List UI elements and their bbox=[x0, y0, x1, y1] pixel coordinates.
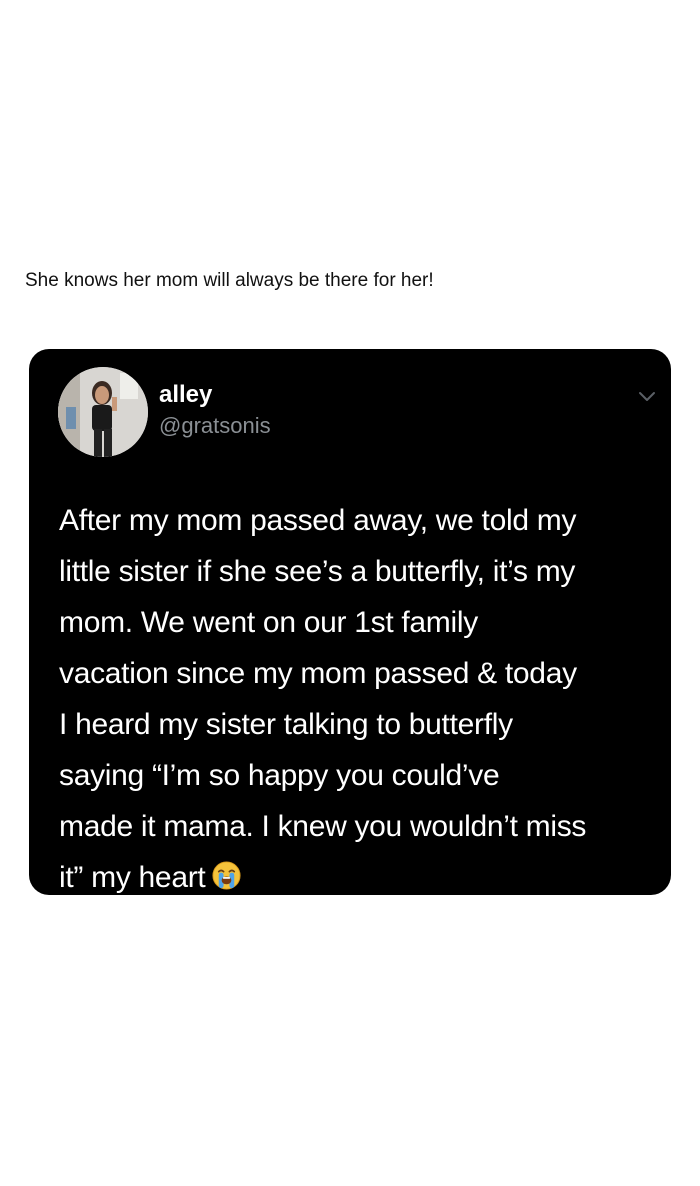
tweet-line: I heard my sister talking to butterfly bbox=[59, 708, 513, 741]
tweet-line: made it mama. I knew you wouldn’t miss bbox=[59, 810, 587, 843]
tweet-line: little sister if she see’s a butterfly, … bbox=[59, 555, 576, 588]
tweet-screenshot-card: alley @gratsonis After my mom passed awa… bbox=[29, 349, 671, 895]
avatar[interactable] bbox=[58, 367, 148, 457]
tweet-line-last-text: it” my heart bbox=[59, 861, 206, 894]
author-handle[interactable]: @gratsonis bbox=[159, 413, 271, 439]
tweet-line-last: it” my heart bbox=[59, 852, 659, 895]
tweet-line: vacation since my mom passed & today bbox=[59, 657, 577, 690]
profile-photo-icon bbox=[58, 367, 148, 457]
chevron-down-icon[interactable] bbox=[637, 389, 657, 405]
author-display-name[interactable]: alley bbox=[159, 381, 212, 409]
tweet-line: After my mom passed away, we told my bbox=[59, 504, 577, 537]
tweet-body: After my mom passed away, we told my lit… bbox=[59, 495, 659, 895]
post-caption: She knows her mom will always be there f… bbox=[25, 270, 434, 291]
tweet-line: mom. We went on our 1st family bbox=[59, 606, 478, 639]
tweet-line: saying “I’m so happy you could’ve bbox=[59, 759, 500, 792]
loudly-crying-face-icon bbox=[211, 856, 242, 890]
